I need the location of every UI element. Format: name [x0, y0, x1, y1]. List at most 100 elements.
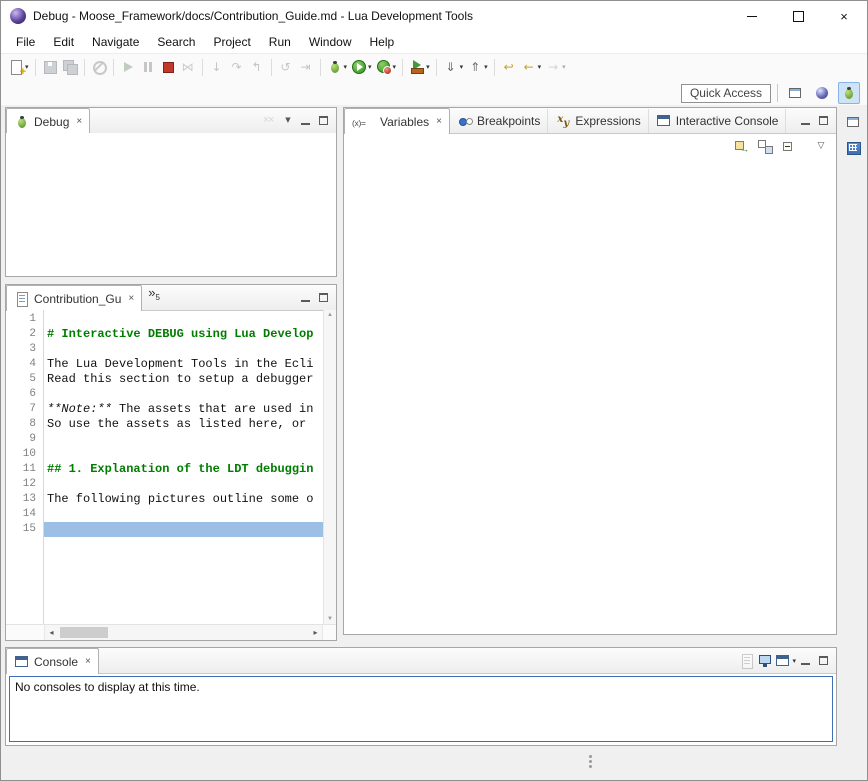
editor-line[interactable]: ## 1. Explanation of the LDT debuggin — [44, 462, 323, 477]
external-tools-icon — [409, 59, 425, 75]
editor-line[interactable]: The following pictures outline some o — [44, 492, 323, 507]
quick-access-input[interactable]: Quick Access — [681, 84, 771, 103]
collapse-all-button[interactable] — [779, 137, 799, 155]
tab-breakpoints[interactable]: Breakpoints — [450, 109, 548, 133]
scrollbar-thumb[interactable] — [60, 627, 108, 638]
last-edit-location-button[interactable]: ↩ — [499, 58, 519, 76]
show-logical-structure-button[interactable] — [755, 137, 775, 155]
maximize-button[interactable] — [316, 113, 332, 129]
next-annotation-dropdown-icon[interactable]: ▾ — [460, 63, 464, 71]
toolbar-separator — [271, 59, 272, 76]
ldt-perspective-button[interactable] — [811, 82, 833, 104]
tab-interactive-console[interactable]: Interactive Console — [649, 109, 787, 133]
variables-content[interactable] — [344, 157, 836, 634]
editor-line[interactable]: The Lua Development Tools in the Ecli — [44, 357, 323, 372]
run-dropdown-icon[interactable]: ▾ — [368, 63, 372, 71]
display-selected-console-button[interactable] — [757, 653, 773, 669]
scroll-right-icon[interactable]: ▸ — [309, 628, 322, 637]
terminate-button[interactable] — [158, 58, 178, 76]
minimize-button[interactable] — [798, 113, 814, 129]
close-tab-icon[interactable]: × — [436, 116, 442, 127]
profile-button[interactable]: ▾ — [374, 58, 399, 76]
view-menu-button[interactable]: ▼ — [280, 113, 296, 129]
editor-line[interactable] — [44, 507, 323, 522]
line-number: 13 — [6, 492, 43, 507]
scroll-left-icon[interactable]: ◂ — [45, 628, 58, 637]
remove-all-terminated-icon — [262, 113, 278, 129]
editor-line[interactable] — [44, 312, 323, 327]
maximize-button[interactable] — [316, 290, 332, 306]
scroll-up-icon[interactable]: ▲ — [327, 312, 333, 318]
close-tab-icon[interactable]: × — [76, 116, 82, 127]
debug-perspective-button[interactable] — [838, 82, 860, 104]
maximize-window-button[interactable] — [775, 1, 821, 31]
console-content[interactable]: No consoles to display at this time. — [9, 676, 833, 742]
minimize-button[interactable] — [298, 290, 314, 306]
menu-edit[interactable]: Edit — [44, 32, 83, 52]
view-menu-button[interactable]: ▽ — [811, 137, 831, 155]
save-button — [40, 58, 60, 76]
restore-minimized-view-button[interactable] — [844, 113, 862, 131]
run-button[interactable]: ▾ — [349, 58, 374, 76]
close-tab-icon[interactable]: × — [85, 656, 91, 667]
debug-dropdown-icon[interactable]: ▾ — [344, 63, 348, 71]
contribution-gu-icon — [14, 291, 30, 307]
minimize-button[interactable] — [798, 653, 814, 669]
disconnect-icon: ⋈ — [180, 59, 196, 75]
tab-console[interactable]: Console× — [6, 648, 99, 674]
debug-button[interactable]: ▾ — [325, 58, 350, 76]
previous-annotation-button[interactable]: ⇑▾ — [465, 58, 490, 76]
editor-line[interactable]: Read this section to setup a debugger — [44, 372, 323, 387]
editor-tab-contribution-gu[interactable]: Contribution_Gu× — [6, 285, 142, 311]
menu-run[interactable]: Run — [260, 32, 300, 52]
menu-file[interactable]: File — [7, 32, 44, 52]
toolbar-separator — [320, 59, 321, 76]
next-annotation-button[interactable]: ⇓▾ — [441, 58, 466, 76]
menu-navigate[interactable]: Navigate — [83, 32, 148, 52]
open-console-dropdown-icon[interactable]: ▾ — [792, 657, 796, 665]
menu-window[interactable]: Window — [300, 32, 361, 52]
status-bar-drag-handle[interactable] — [589, 755, 592, 771]
minimize-window-button[interactable] — [729, 1, 775, 31]
maximize-button[interactable] — [816, 113, 832, 129]
tab-expressions[interactable]: Expressions — [548, 109, 648, 133]
new-wizard-button[interactable]: ▾ — [6, 58, 31, 76]
code-editor-area[interactable]: # Interactive DEBUG using Lua Develop The… — [44, 310, 323, 624]
debug-view-content[interactable] — [6, 133, 336, 276]
minimized-view-button[interactable] — [844, 139, 862, 157]
line-number-ruler[interactable]: 123456789101112131415 — [6, 310, 44, 624]
close-window-button[interactable]: × — [821, 1, 867, 31]
external-tools-dropdown-icon[interactable]: ▾ — [426, 63, 430, 71]
vertical-scrollbar[interactable]: ▲ ▼ — [323, 310, 336, 624]
editor-line[interactable]: So use the assets as listed here, or — [44, 417, 323, 432]
back-button[interactable]: ←▾ — [519, 58, 544, 76]
perspective-bar: Quick Access — [1, 80, 867, 107]
previous-annotation-dropdown-icon[interactable]: ▾ — [484, 63, 488, 71]
maximize-button[interactable] — [816, 653, 832, 669]
editor-line[interactable] — [44, 477, 323, 492]
minimize-button[interactable] — [298, 113, 314, 129]
menu-help[interactable]: Help — [361, 32, 404, 52]
menu-search[interactable]: Search — [148, 32, 204, 52]
editor-line[interactable] — [44, 432, 323, 447]
editor-line[interactable] — [44, 387, 323, 402]
open-perspective-button[interactable] — [784, 82, 806, 104]
editor-line[interactable]: **Note:** The assets that are used in — [44, 402, 323, 417]
scroll-down-icon[interactable]: ▼ — [327, 616, 333, 622]
tab-variables[interactable]: Variables× — [344, 108, 450, 134]
open-console-button[interactable]: ▾ — [775, 653, 796, 669]
editor-line[interactable] — [44, 342, 323, 357]
tab-debug[interactable]: Debug× — [6, 108, 90, 134]
external-tools-button[interactable]: ▾ — [407, 58, 432, 76]
horizontal-scrollbar[interactable]: ◂ ▸ — [45, 625, 322, 640]
editor-line[interactable] — [44, 447, 323, 462]
editor-overflow-tabs[interactable]: » 5 — [142, 285, 166, 310]
menu-project[interactable]: Project — [204, 32, 259, 52]
back-dropdown-icon[interactable]: ▾ — [538, 63, 542, 71]
profile-dropdown-icon[interactable]: ▾ — [393, 63, 397, 71]
close-tab-icon[interactable]: × — [128, 293, 134, 304]
show-type-names-button[interactable] — [731, 137, 751, 155]
editor-panel: Contribution_Gu× » 5 1234567891011121314… — [5, 284, 337, 641]
editor-line[interactable] — [44, 522, 323, 537]
editor-line[interactable]: # Interactive DEBUG using Lua Develop — [44, 327, 323, 342]
